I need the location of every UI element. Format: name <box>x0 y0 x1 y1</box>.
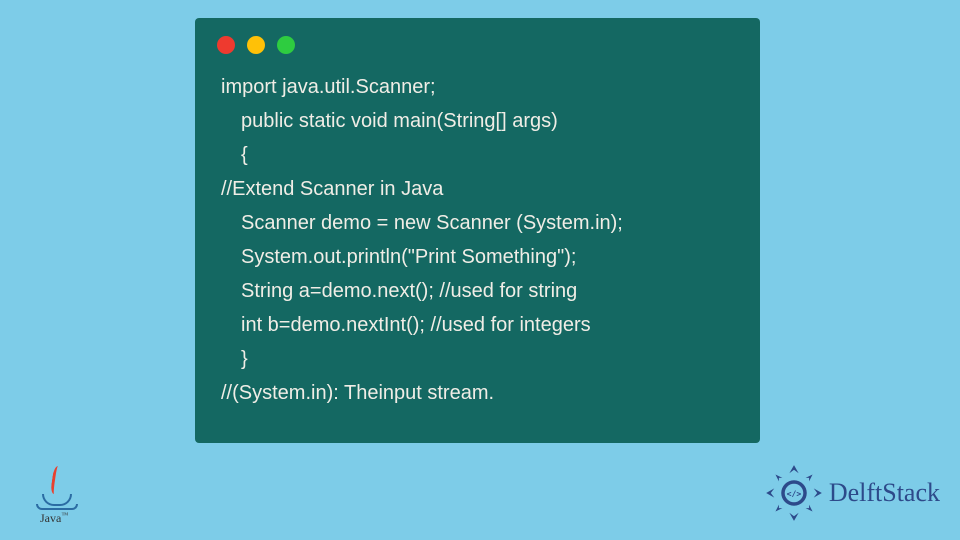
code-line: String a=demo.next(); //used for string <box>221 274 734 308</box>
svg-text:</>: </> <box>786 488 801 498</box>
code-line: Scanner demo = new Scanner (System.in); <box>221 206 734 240</box>
java-label: Java™ <box>40 511 68 526</box>
java-logo-icon: Java™ <box>34 456 84 526</box>
java-tm: ™ <box>61 511 68 519</box>
minimize-dot-icon <box>247 36 265 54</box>
delftstack-label: DelftStack <box>829 478 940 508</box>
maximize-dot-icon <box>277 36 295 54</box>
java-label-text: Java <box>40 511 61 525</box>
window-titlebar <box>195 18 760 60</box>
delftstack-emblem-icon: </> <box>765 464 823 522</box>
code-line: import java.util.Scanner; <box>221 70 734 104</box>
code-line: //Extend Scanner in Java <box>221 172 734 206</box>
code-line: int b=demo.nextInt(); //used for integer… <box>221 308 734 342</box>
delftstack-logo: </> DelftStack <box>765 464 940 522</box>
java-saucer-icon <box>36 504 78 510</box>
java-steam-icon <box>50 466 64 494</box>
code-line: { <box>221 138 734 172</box>
code-line: System.out.println("Print Something"); <box>221 240 734 274</box>
code-block: import java.util.Scanner; public static … <box>195 60 760 418</box>
code-line: //(System.in): Theinput stream. <box>221 376 734 410</box>
close-dot-icon <box>217 36 235 54</box>
code-line: public static void main(String[] args) <box>221 104 734 138</box>
code-window: import java.util.Scanner; public static … <box>195 18 760 443</box>
code-line: } <box>221 342 734 376</box>
